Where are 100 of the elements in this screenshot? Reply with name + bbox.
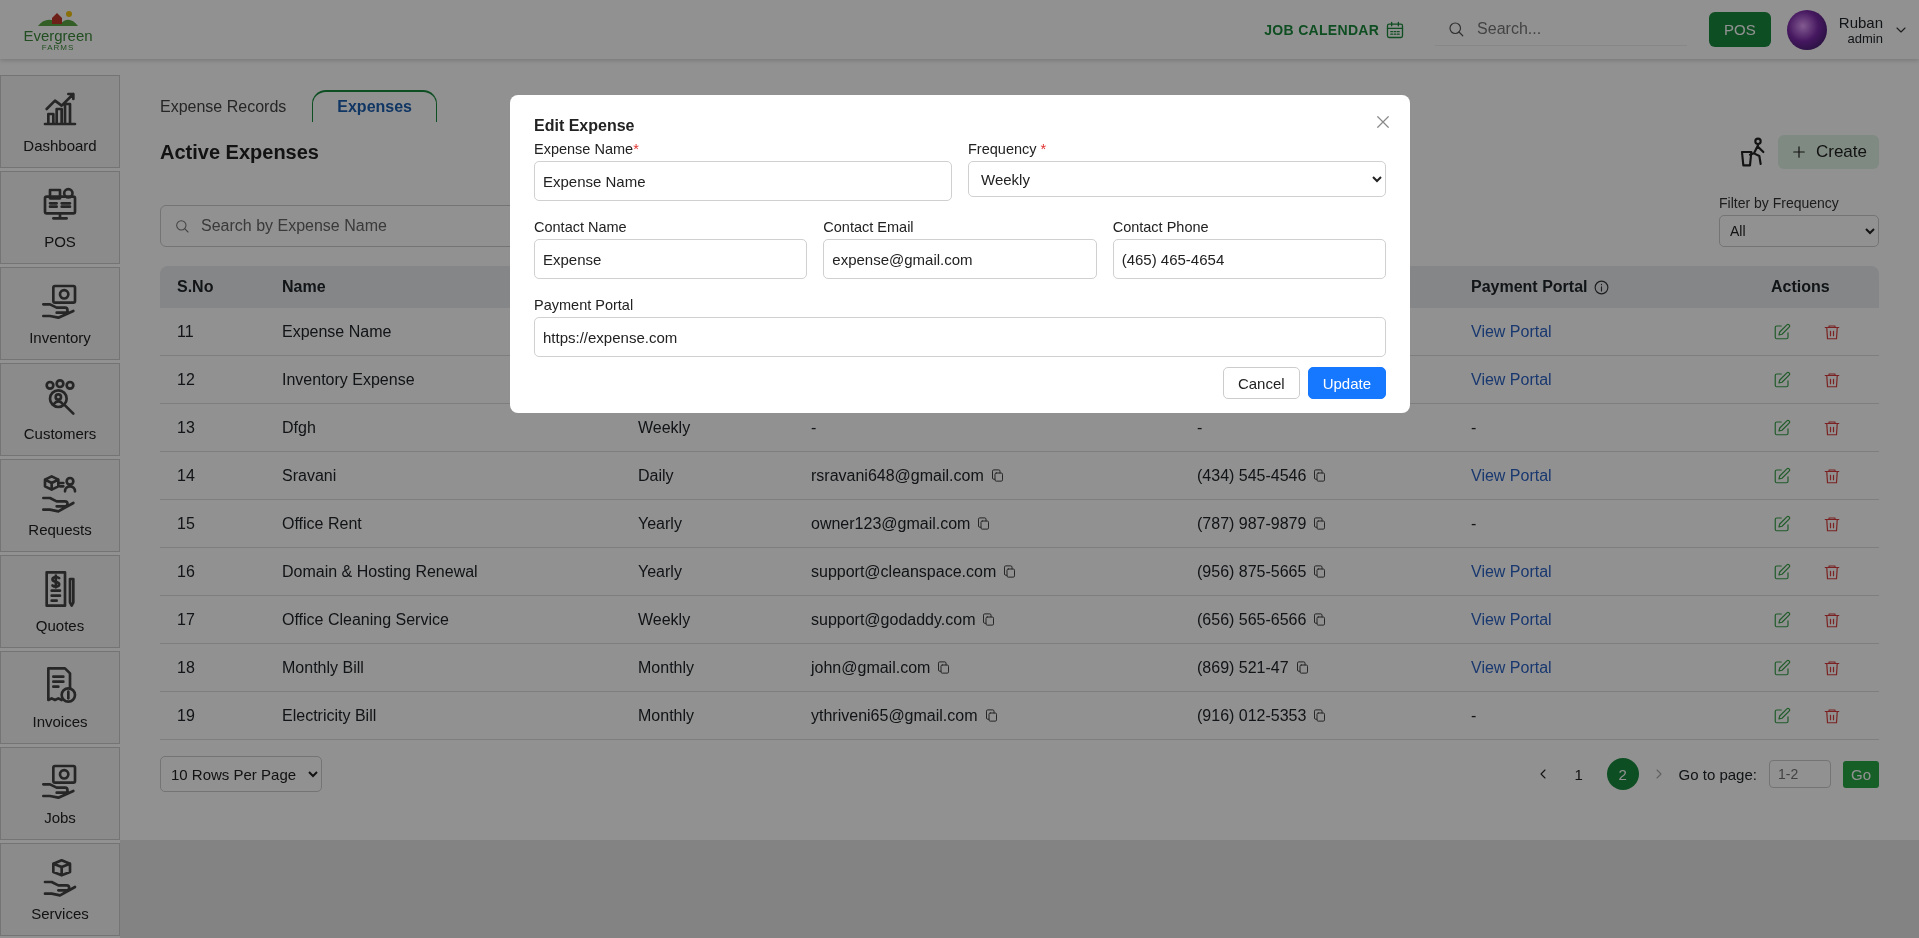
copy-icon[interactable] (1312, 708, 1328, 723)
sidebar-item[interactable]: POS (0, 171, 120, 264)
calendar-icon (1385, 19, 1406, 40)
copy-icon[interactable] (976, 516, 992, 531)
field-label: Contact Email (823, 219, 915, 235)
frequency-select[interactable]: Weekly (968, 161, 1386, 197)
trash-icon[interactable] (1823, 610, 1841, 629)
view-portal-link[interactable]: View Portal (1471, 610, 1552, 629)
sidebar-item[interactable]: Invoices (0, 651, 120, 744)
close-icon[interactable] (1374, 113, 1392, 131)
input-field[interactable]: (465) 465-4654 (1112, 239, 1386, 279)
tab[interactable]: Expenses (312, 90, 437, 122)
trash-icon[interactable] (1823, 322, 1841, 341)
trash-icon[interactable] (1823, 706, 1841, 725)
search-field[interactable]: Search... (1475, 19, 1670, 39)
input-field[interactable]: Expense (534, 239, 808, 279)
edit-icon[interactable] (1773, 370, 1791, 389)
job-calendar-link[interactable]: JOB CALENDAR (1264, 19, 1406, 40)
edit-icon[interactable] (1773, 706, 1791, 725)
edit-icon[interactable] (1773, 322, 1791, 341)
field-label: Contact Phone (1112, 219, 1210, 235)
sidebar-item[interactable]: Inventory (0, 267, 120, 360)
field-label: Contact Name (534, 219, 628, 235)
table-cell: (434) 545-4546 (1197, 466, 1307, 485)
logo[interactable]: Evergreen FARMS (20, 7, 96, 52)
cancel-button[interactable]: Cancel (1222, 367, 1300, 399)
view-portal-link[interactable]: View Portal (1471, 562, 1552, 581)
table-cell: Office Cleaning Service (282, 610, 449, 629)
input-field[interactable]: https://expense.com (534, 317, 1386, 357)
view-portal-link[interactable]: View Portal (1471, 466, 1552, 485)
input-field[interactable]: expense@gmail.com (823, 239, 1097, 279)
sidebar-item[interactable]: Customers (0, 363, 120, 456)
copy-icon[interactable] (989, 468, 1005, 483)
table-cell: Weekly (638, 610, 691, 629)
edit-icon[interactable] (1773, 658, 1791, 677)
table-cell: (787) 987-9879 (1197, 514, 1307, 533)
column-header: Name (282, 278, 326, 296)
sidebar-item[interactable]: Quotes (0, 555, 120, 648)
user-avatar[interactable] (1786, 9, 1827, 50)
rows-per-page-select[interactable]: 10 Rows Per Page (160, 756, 322, 792)
table-cell: Electricity Bill (282, 706, 377, 725)
copy-icon[interactable] (1312, 612, 1328, 627)
copy-icon[interactable] (1312, 468, 1328, 483)
search-icon (174, 218, 190, 234)
table-cell: 16 (177, 562, 195, 581)
table-cell: Monthly (638, 658, 695, 677)
trash-icon[interactable] (1823, 562, 1841, 581)
view-portal-link[interactable]: View Portal (1471, 370, 1552, 389)
view-portal-link[interactable]: View Portal (1471, 658, 1552, 677)
copy-icon[interactable] (981, 612, 997, 627)
page-button[interactable]: 2 (1606, 758, 1639, 790)
table-cell: (956) 875-5665 (1197, 562, 1307, 581)
table-cell: Sravani (282, 466, 337, 485)
edit-icon[interactable] (1773, 562, 1791, 581)
trash-icon[interactable] (1823, 418, 1841, 437)
page-button[interactable]: 1 (1562, 758, 1595, 790)
search-icon (1447, 20, 1466, 38)
copy-icon[interactable] (1312, 564, 1328, 579)
table-cell: 13 (177, 418, 195, 437)
table-cell: Monthly (638, 706, 695, 725)
table-cell: (656) 565-6566 (1197, 610, 1307, 629)
edit-icon[interactable] (1773, 466, 1791, 485)
frequency-filter[interactable]: All (1719, 215, 1879, 247)
sidebar-item[interactable]: Jobs (0, 747, 120, 840)
input-field[interactable]: Expense Name (534, 161, 952, 201)
table-cell: Office Rent (282, 514, 362, 533)
sidebar-item[interactable]: Requests (0, 459, 120, 552)
create-button[interactable]: Create (1777, 135, 1879, 169)
table-cell: Dfgh (282, 418, 316, 437)
view-portal-link[interactable]: View Portal (1471, 322, 1552, 341)
table-cell: 19 (177, 706, 195, 725)
edit-icon[interactable] (1773, 514, 1791, 533)
table-cell: rsravani648@gmail.com (811, 466, 984, 485)
pos-button[interactable]: POS (1709, 12, 1771, 47)
trash-icon[interactable] (1823, 658, 1841, 677)
copy-icon[interactable] (1002, 564, 1018, 579)
copy-icon[interactable] (1294, 660, 1310, 675)
table-cell: (916) 012-5353 (1197, 706, 1307, 725)
page-input[interactable]: 1-2 (1769, 760, 1831, 788)
column-header: Payment Portal (1471, 278, 1588, 296)
user-name: Ruban (1838, 13, 1883, 31)
update-button[interactable]: Update (1307, 367, 1386, 399)
sidebar-item[interactable]: Dashboard (0, 75, 120, 168)
trash-icon[interactable] (1823, 514, 1841, 533)
trash-icon[interactable] (1823, 370, 1841, 389)
table-cell: 12 (177, 370, 195, 389)
edit-icon[interactable] (1773, 610, 1791, 629)
copy-icon[interactable] (936, 660, 952, 675)
table-cell: Inventory Expense (282, 370, 415, 389)
column-header: Actions (1771, 278, 1830, 296)
edit-icon[interactable] (1773, 418, 1791, 437)
sidebar-item[interactable]: Services (0, 843, 120, 936)
tab[interactable]: Expense Records (160, 92, 287, 122)
table-cell: - (1471, 514, 1477, 533)
field-label: Payment Portal (534, 297, 635, 313)
table-cell: owner123@gmail.com (811, 514, 971, 533)
copy-icon[interactable] (983, 708, 999, 723)
table-cell: - (1471, 418, 1477, 437)
copy-icon[interactable] (1312, 516, 1328, 531)
trash-icon[interactable] (1823, 466, 1841, 485)
